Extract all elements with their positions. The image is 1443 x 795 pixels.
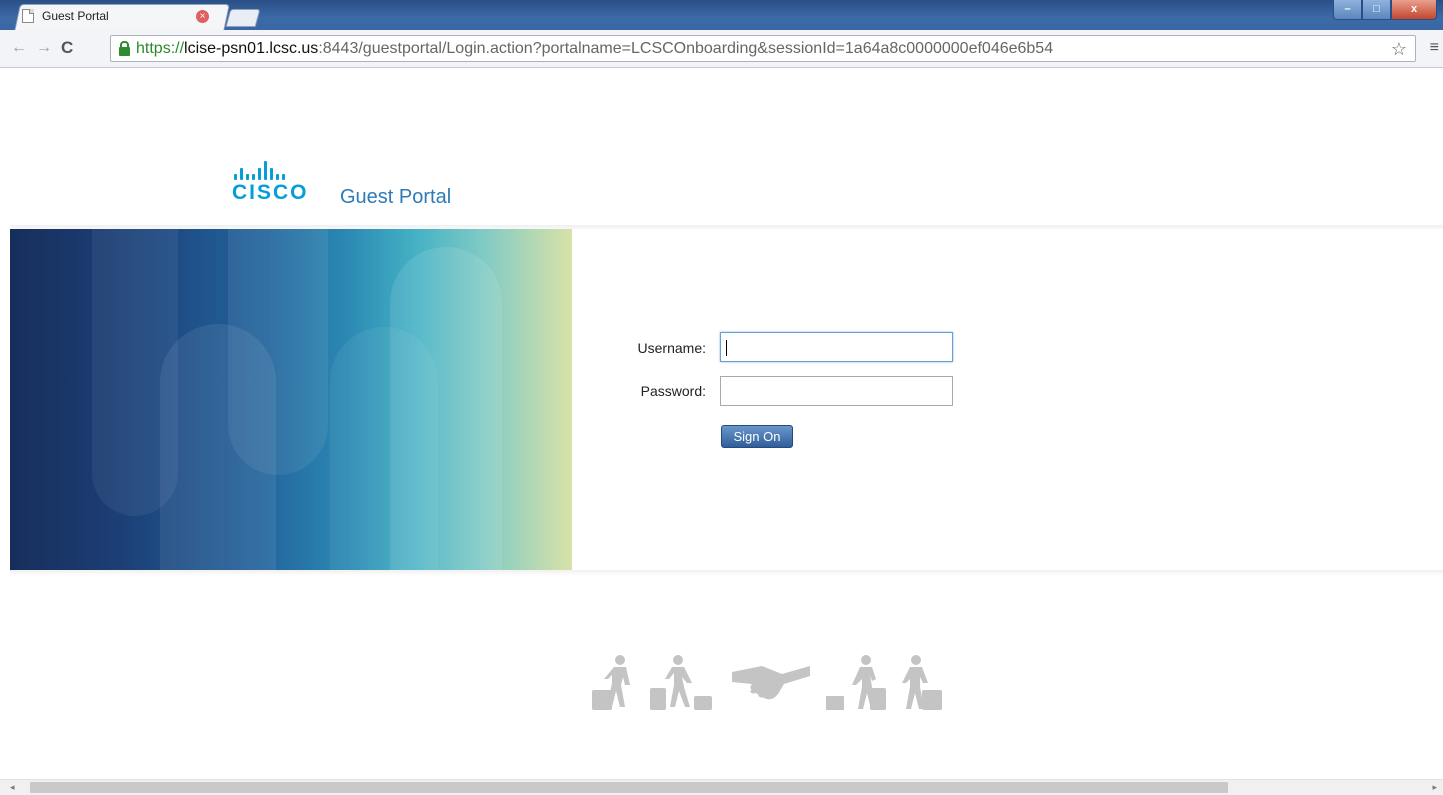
hamburger-menu-icon[interactable]: ≡ [1430,39,1439,57]
back-arrow-icon[interactable]: ← [11,38,27,58]
scroll-left-icon[interactable]: ◂ [10,782,15,793]
tab-title: Guest Portal [42,9,109,23]
text-caret [726,340,727,356]
guest-people-handshake-icon [592,655,942,710]
portal-title: Guest Portal [340,186,452,208]
login-panel [572,229,1443,570]
browser-toolbar: ← → C https://lcise-psn01.lcsc.us:8443/g… [0,30,1443,68]
cisco-wordmark: CISCO [232,181,309,204]
sign-on-button[interactable]: Sign On [721,425,793,448]
url-scheme: https:// [136,39,185,57]
page-icon [22,9,34,23]
hero-banner [10,229,572,570]
minimize-button[interactable]: – [1333,0,1362,20]
password-label: Password: [640,383,706,399]
close-window-button[interactable]: x [1391,0,1437,20]
forward-arrow-icon[interactable]: → [36,38,52,58]
restore-button[interactable]: □ [1362,0,1391,20]
scrollbar-thumb[interactable] [30,782,1228,793]
lock-icon [119,41,130,56]
password-input[interactable] [720,376,953,406]
star-icon[interactable]: ☆ [1391,39,1407,60]
browser-tab-content[interactable]: Guest Portal [22,6,222,26]
address-bar[interactable]: https://lcise-psn01.lcsc.us:8443/guestpo… [110,35,1416,62]
reload-icon[interactable]: C [61,38,73,58]
tab-close-icon[interactable]: × [196,10,209,23]
scroll-right-icon[interactable]: ▸ [1432,782,1437,793]
url-path: :8443/guestportal/Login.action?portalnam… [318,39,1054,57]
band-bottom-shadow [10,570,1443,576]
username-label: Username: [637,340,706,356]
window-controls: – □ x [1333,0,1437,20]
url-host: lcise-psn01.lcsc.us [184,39,319,57]
new-tab-button[interactable] [225,9,261,27]
cisco-logo-bars-icon [234,160,309,180]
username-input[interactable] [720,332,953,362]
horizontal-scrollbar[interactable]: ◂ ▸ [0,779,1443,795]
cisco-logo: CISCO [232,160,309,205]
browser-titlebar: Guest Portal × – □ x [0,0,1443,32]
